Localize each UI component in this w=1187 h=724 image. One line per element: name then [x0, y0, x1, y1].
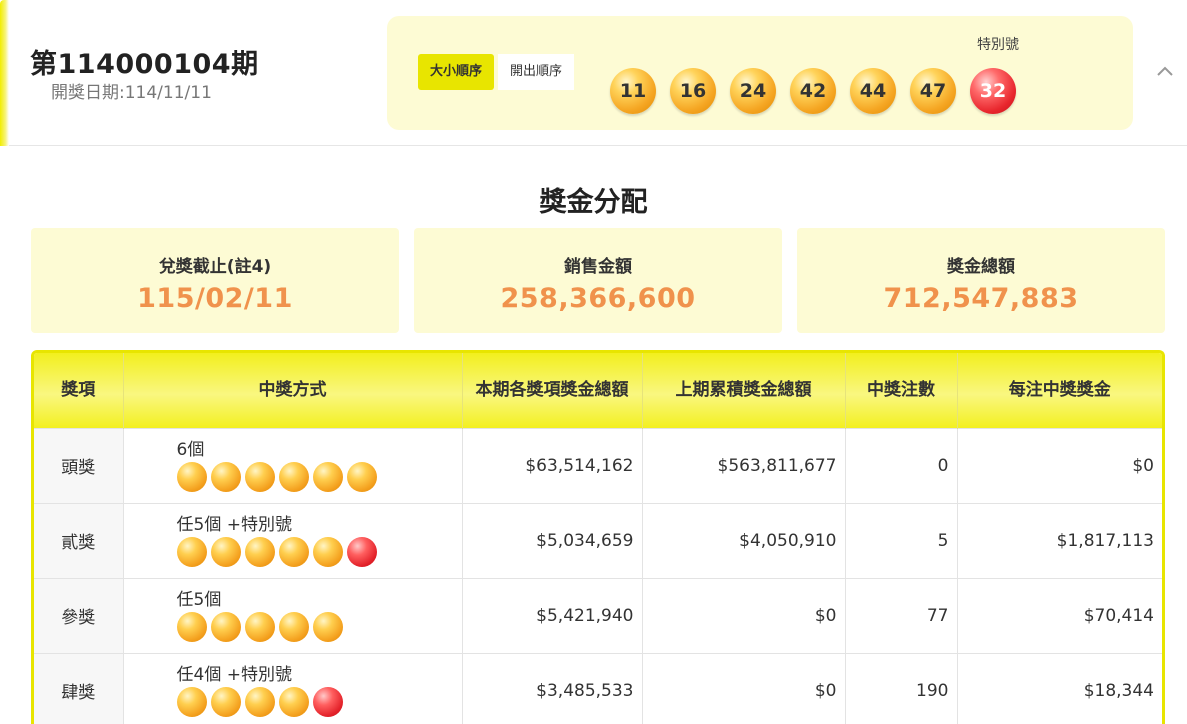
ball-icon — [278, 461, 309, 492]
previous-total-cell: $0 — [642, 652, 846, 724]
draw-header: 第114000104期 開獎日期:114/11/11 大小順序 開出順序 特別號… — [0, 0, 1187, 146]
prize-table: 獎項 中獎方式 本期各獎項獎金總額 上期累積獎金總額 中獎注數 每注中獎獎金 頭… — [34, 353, 1162, 724]
winning-ball: 44 — [850, 68, 896, 114]
winning-numbers-panel: 大小順序 開出順序 特別號 11 16 24 42 44 47 32 — [387, 16, 1133, 130]
header-previous-total: 上期累積獎金總額 — [642, 353, 846, 428]
draw-title: 第114000104期 — [30, 49, 259, 80]
method-text: 任4個 +特別號 — [176, 664, 292, 685]
winner-count-cell: 5 — [845, 502, 958, 578]
ball-icon — [210, 686, 241, 717]
prize-section-title: 獎金分配 — [539, 187, 648, 218]
sales-amount-card: 銷售金額 258,366,600 — [414, 228, 782, 333]
method-text: 任5個 — [176, 589, 222, 610]
previous-total-cell: $0 — [642, 577, 846, 653]
ball-icon — [210, 536, 241, 567]
method-text: 任5個 +特別號 — [176, 514, 292, 535]
prize-method-cell: 任5個 — [123, 577, 463, 653]
card-value: 115/02/11 — [137, 283, 293, 314]
ball-icon — [210, 461, 241, 492]
ball-icon — [312, 461, 343, 492]
table-row: 貳獎 任5個 +特別號 $5,034,659 $4,050,910 5 $1,817,11… — [34, 502, 1162, 578]
total-prize-card: 獎金總額 712,547,883 — [797, 228, 1165, 333]
per-ticket-cell: $1,817,113 — [957, 502, 1162, 578]
ball-icon — [278, 611, 309, 642]
winning-ball: 47 — [910, 68, 956, 114]
draw-date: 開獎日期:114/11/11 — [51, 83, 212, 103]
header-method: 中獎方式 — [123, 353, 463, 428]
winner-count-cell: 77 — [845, 577, 958, 653]
ball-icon — [278, 686, 309, 717]
current-total-cell: $5,421,940 — [462, 577, 643, 653]
winning-ball: 16 — [670, 68, 716, 114]
ball-icon — [176, 686, 207, 717]
header-current-total: 本期各獎項獎金總額 — [462, 353, 643, 428]
ball-icon — [312, 611, 343, 642]
table-row: 肆獎 任4個 +特別號 $3,485,533 $0 190 $18,344 — [34, 652, 1162, 724]
winner-count-cell: 190 — [845, 652, 958, 724]
chevron-up-icon[interactable] — [1155, 62, 1175, 82]
per-ticket-cell: $0 — [957, 427, 1162, 503]
header-winner-count: 中獎注數 — [845, 353, 958, 428]
card-label: 獎金總額 — [947, 257, 1015, 277]
previous-total-cell: $563,811,677 — [642, 427, 846, 503]
prize-name-cell: 貳獎 — [34, 502, 124, 578]
prize-method-cell: 6個 — [123, 427, 463, 503]
current-total-cell: $63,514,162 — [462, 427, 643, 503]
method-balls — [176, 611, 462, 642]
winning-ball: 42 — [790, 68, 836, 114]
header-accent-bar — [0, 0, 9, 146]
header-prize: 獎項 — [34, 353, 124, 428]
ball-icon — [278, 536, 309, 567]
prize-table-body: 頭獎 6個 $63,514,162 $563,811,677 0 $0 貳獎 任5個 +特別號… — [34, 427, 1162, 724]
table-row: 參獎 任5個 $5,421,940 $0 77 $70,414 — [34, 577, 1162, 653]
prize-table-wrapper: 獎項 中獎方式 本期各獎項獎金總額 上期累積獎金總額 中獎注數 每注中獎獎金 頭… — [31, 350, 1165, 724]
method-text: 6個 — [176, 439, 205, 460]
ball-icon — [244, 536, 275, 567]
ball-icon — [312, 536, 343, 567]
current-total-cell: $5,034,659 — [462, 502, 643, 578]
prize-name-cell: 肆獎 — [34, 652, 124, 724]
sort-by-draw-order-button[interactable]: 開出順序 — [498, 54, 575, 90]
per-ticket-cell: $70,414 — [957, 577, 1162, 653]
card-label: 兌獎截止(註4) — [158, 257, 272, 277]
prize-name-cell: 參獎 — [34, 577, 124, 653]
ball-icon — [176, 461, 207, 492]
header-per-ticket: 每注中獎獎金 — [957, 353, 1162, 428]
prize-method-cell: 任5個 +特別號 — [123, 502, 463, 578]
table-row: 頭獎 6個 $63,514,162 $563,811,677 0 $0 — [34, 427, 1162, 503]
ball-icon — [210, 611, 241, 642]
method-balls — [176, 536, 462, 567]
ball-icon — [244, 686, 275, 717]
previous-total-cell: $4,050,910 — [642, 502, 846, 578]
claim-deadline-card: 兌獎截止(註4) 115/02/11 — [31, 228, 399, 333]
method-balls — [176, 461, 462, 492]
per-ticket-cell: $18,344 — [957, 652, 1162, 724]
ball-icon — [244, 461, 275, 492]
ball-icon — [176, 536, 207, 567]
winning-ball: 24 — [730, 68, 776, 114]
method-balls — [176, 686, 462, 717]
winner-count-cell: 0 — [845, 427, 958, 503]
sort-by-size-button[interactable]: 大小順序 — [418, 54, 495, 90]
ball-icon — [346, 461, 377, 492]
prize-method-cell: 任4個 +特別號 — [123, 652, 463, 724]
prize-name-cell: 頭獎 — [34, 427, 124, 503]
current-total-cell: $3,485,533 — [462, 652, 643, 724]
card-label: 銷售金額 — [564, 257, 632, 277]
ball-icon — [176, 611, 207, 642]
special-ball-icon — [312, 686, 343, 717]
special-ball-icon — [346, 536, 377, 567]
special-number-label: 特別號 — [977, 37, 1019, 53]
winning-ball: 11 — [610, 68, 656, 114]
card-value: 258,366,600 — [500, 283, 696, 314]
special-ball: 32 — [970, 68, 1016, 114]
card-value: 712,547,883 — [883, 283, 1079, 314]
ball-icon — [244, 611, 275, 642]
table-header-row: 獎項 中獎方式 本期各獎項獎金總額 上期累積獎金總額 中獎注數 每注中獎獎金 — [34, 353, 1162, 428]
